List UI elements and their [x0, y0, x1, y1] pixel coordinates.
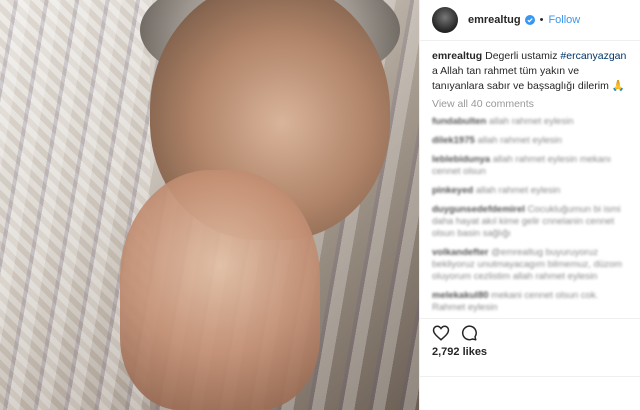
heart-icon[interactable] [432, 324, 450, 342]
comment-user[interactable]: melekakul80 [432, 290, 489, 301]
comment: duygunsedefdemirel Cocukluğumun bi ismi … [432, 204, 628, 240]
caption-username[interactable]: emrealtug [432, 50, 482, 62]
comment-icon[interactable] [460, 324, 478, 342]
view-all-comments-link[interactable]: View all 40 comments [420, 98, 640, 110]
comments-list: fundabulten allah rahmet eylesin dilek19… [420, 116, 640, 314]
post-header: emrealtug • Follow [420, 0, 640, 41]
comment: fundabulten allah rahmet eylesin [432, 116, 628, 128]
post-sidebar: emrealtug • Follow emrealtug Degerli ust… [419, 0, 640, 410]
comment: dilek1975 allah rahmet eylesin [432, 135, 628, 147]
post-caption: emrealtug Degerli ustamiz #ercanyazgan a… [420, 41, 640, 98]
comment-user[interactable]: leblebidunya [432, 154, 490, 165]
comment-user[interactable]: dilek1975 [432, 135, 475, 146]
separator-dot: • [539, 14, 544, 26]
instagram-post: emrealtug • Follow emrealtug Degerli ust… [0, 0, 640, 410]
comment-user[interactable]: duygunsedefdemirel [432, 204, 525, 215]
follow-button[interactable]: Follow [548, 14, 580, 26]
comment-user[interactable]: volkandefter [432, 247, 489, 258]
comment: pinkeyed allah rahmet eylesin [432, 185, 628, 197]
caption-text-post: a Allah tan rahmet tüm yakın ve tanıyanl… [432, 65, 625, 92]
verified-badge-icon [524, 15, 535, 25]
comment-text: allah rahmet eylesin [475, 185, 561, 196]
photo-hand [120, 170, 320, 410]
caption-hashtag[interactable]: #ercanyazgan [560, 50, 626, 62]
post-photo[interactable] [0, 0, 419, 410]
caption-text-pre: Degerli ustamiz [482, 50, 561, 62]
comment-text: allah rahmet eylesin [489, 116, 574, 127]
post-actions [420, 318, 640, 346]
likes-count[interactable]: 2,792 likes [432, 346, 487, 358]
comment: volkandefter @emrealtug buyuruyoruz bekl… [432, 247, 628, 283]
avatar[interactable] [432, 7, 458, 33]
comment-user[interactable]: pinkeyed [432, 185, 473, 196]
comment: melekakul80 mekani cennet olsun cok. Rah… [432, 290, 628, 314]
username[interactable]: emrealtug [468, 14, 521, 26]
divider [420, 376, 640, 377]
comment-text: allah rahmet eylesin [477, 135, 562, 146]
comment-user[interactable]: fundabulten [432, 116, 486, 127]
comment: leblebidunya allah rahmet eylesin mekanı… [432, 154, 628, 178]
